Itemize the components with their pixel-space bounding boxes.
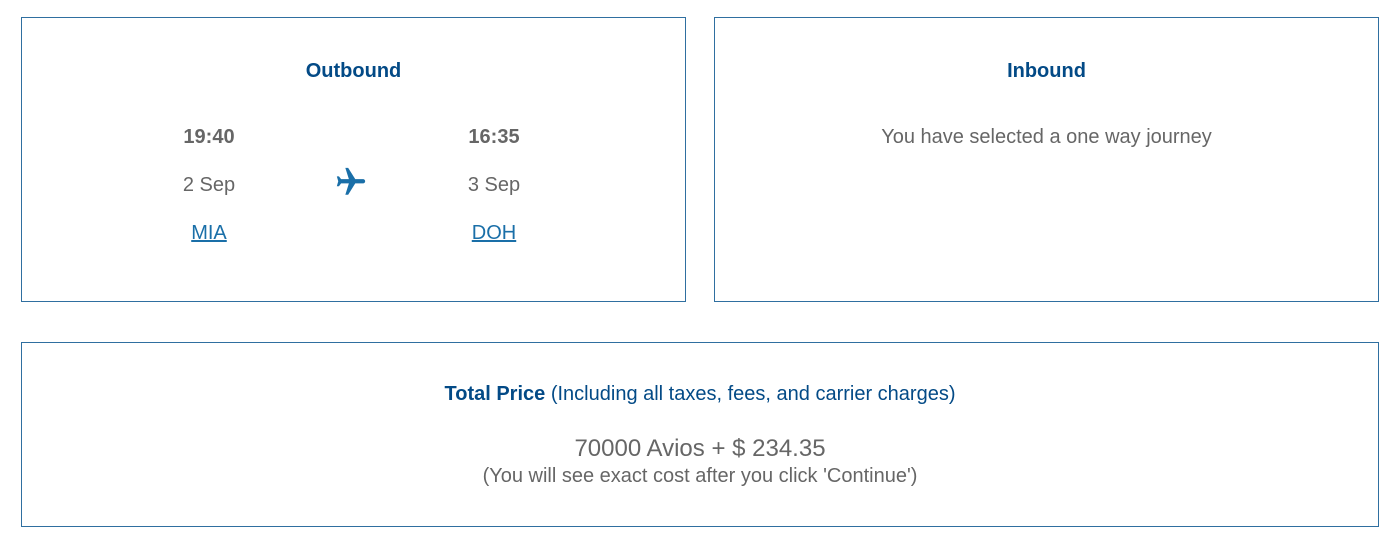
total-price-panel: Total Price (Including all taxes, fees, …	[21, 342, 1379, 527]
price-amount: 70000 Avios + $ 234.35	[574, 435, 826, 462]
outbound-title: Outbound	[305, 60, 402, 82]
one-way-message: You have selected a one way journey	[881, 126, 1212, 148]
price-qualifier: (Including all taxes, fees, and carrier …	[550, 383, 956, 405]
inbound-title: Inbound	[1007, 60, 1086, 82]
inbound-panel: Inbound You have selected a one way jour…	[714, 17, 1379, 302]
price-heading: Total Price (Including all taxes, fees, …	[22, 383, 1378, 406]
arrival-column: 16:35 3 Sep DOH	[414, 123, 574, 247]
departure-column: 19:40 2 Sep MIA	[129, 123, 289, 247]
price-note: (You will see exact cost after you click…	[482, 465, 918, 487]
arrival-airport-link[interactable]: DOH	[472, 219, 516, 247]
airplane-icon	[336, 167, 366, 195]
departure-date: 2 Sep	[182, 174, 236, 196]
total-price-label: Total Price	[444, 383, 546, 405]
departure-time: 19:40	[183, 126, 235, 148]
outbound-panel: Outbound 19:40 2 Sep MIA 16:35 3 Sep DOH	[21, 17, 686, 302]
arrival-time: 16:35	[468, 126, 520, 148]
arrival-date: 3 Sep	[467, 174, 521, 196]
departure-airport-link[interactable]: MIA	[191, 219, 227, 247]
